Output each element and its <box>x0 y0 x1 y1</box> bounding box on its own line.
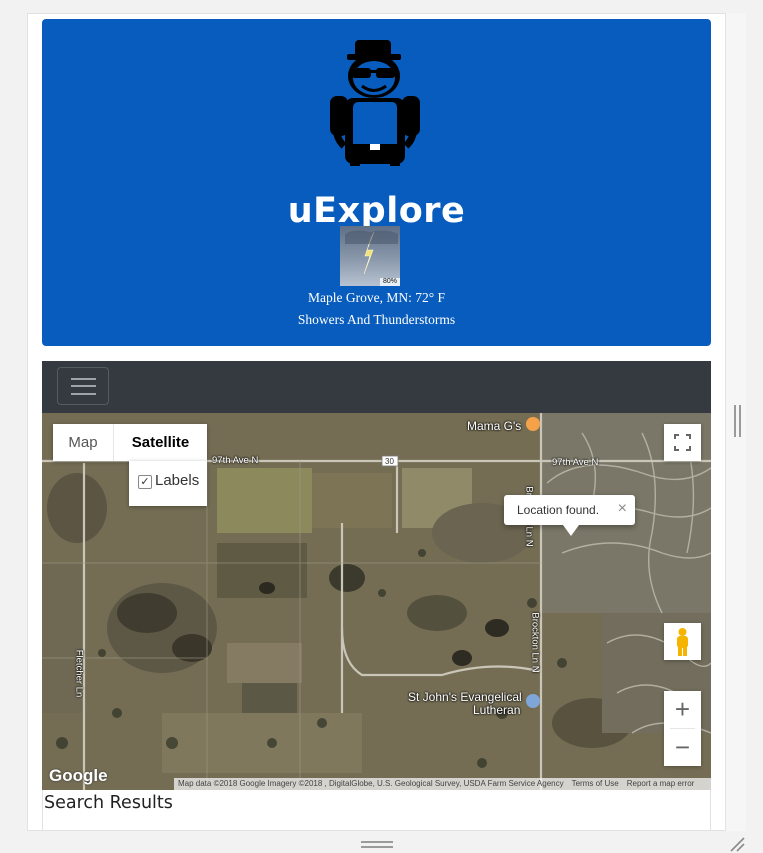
map-label-church-line1: St John's Evangelical <box>408 690 522 704</box>
labels-checkbox[interactable]: ✓ <box>138 475 152 489</box>
navbar-toggle-button[interactable] <box>57 367 109 405</box>
precip-badge: 80% <box>380 278 400 286</box>
map-label-brockton-lower: Brockton Ln N <box>529 612 541 673</box>
zoom-in-button[interactable]: + <box>664 691 701 728</box>
map-label-fletcher: Fletcher Ln <box>73 649 85 698</box>
google-logo[interactable]: Google <box>49 766 108 786</box>
weather-conditions: Showers And Thunderstorms <box>297 312 456 327</box>
map-label-mamas: Mama G's <box>467 419 522 433</box>
app-title: uExplore <box>287 191 466 231</box>
pegman-icon <box>677 628 688 656</box>
map-data-attribution: Map data ©2018 Google Imagery ©2018 , Di… <box>178 779 564 788</box>
search-results-heading: Search Results <box>44 793 173 813</box>
map-label-route-30: 30 <box>385 457 394 466</box>
explorer-mascot-logo <box>330 40 420 166</box>
close-icon[interactable]: × <box>618 500 627 518</box>
location-info-window: Location found. × <box>504 495 635 536</box>
navbar <box>42 361 711 413</box>
thunderstorm-icon: 80% <box>340 226 400 286</box>
vertical-resize-handle[interactable] <box>734 405 742 437</box>
zoom-out-button[interactable]: − <box>664 729 701 766</box>
map-type-control: Map Satellite <box>53 424 207 461</box>
corner-resize-icon[interactable] <box>728 835 746 853</box>
terms-of-use-link[interactable]: Terms of Use <box>568 779 623 788</box>
fullscreen-icon <box>674 434 691 451</box>
report-map-error-link[interactable]: Report a map error <box>623 779 699 788</box>
zoom-control: + − <box>664 691 701 766</box>
labels-toggle[interactable]: ✓ Labels <box>129 461 207 506</box>
street-view-pegman-button[interactable] <box>664 623 701 660</box>
labels-checkbox-label: Labels <box>155 472 200 489</box>
map-label-church-line2: Lutheran <box>473 703 521 717</box>
satellite-map[interactable]: Mama G's 97th Ave N 97th Ave N 30 Brockt… <box>42 413 711 790</box>
info-window-pointer <box>563 525 579 536</box>
fullscreen-button[interactable] <box>664 424 701 461</box>
map-label-97th-ave-left: 97th Ave N <box>212 455 259 466</box>
app-header: uExplore 80% Maple Grove, MN: 72° F Show… <box>42 19 711 346</box>
info-window-text: Location found. <box>517 503 600 517</box>
map-type-satellite-button[interactable]: Satellite <box>113 424 207 461</box>
hamburger-menu-icon <box>71 378 96 380</box>
search-results-panel: Search Results <box>42 790 711 831</box>
map-type-map-button[interactable]: Map <box>53 424 113 461</box>
horizontal-resize-handle[interactable] <box>361 841 393 849</box>
map-label-97th-ave-right: 97th Ave N <box>552 457 599 468</box>
map-attribution-bar: Map data ©2018 Google Imagery ©2018 , Di… <box>174 778 711 790</box>
location-temperature: Maple Grove, MN: 72° F <box>307 290 445 305</box>
